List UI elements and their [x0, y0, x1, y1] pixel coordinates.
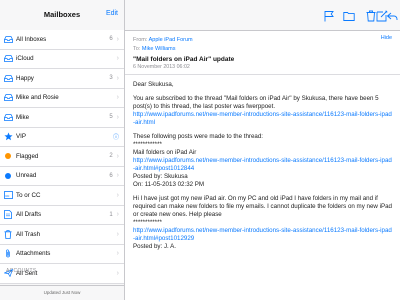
- draft-icon: [0, 210, 16, 220]
- sidebar-item-label: All Drafts: [16, 211, 42, 219]
- paperclip-icon: [0, 249, 16, 258]
- sidebar-item-label: Unread: [16, 172, 37, 180]
- sender-name[interactable]: Apple iPad Forum: [149, 37, 193, 43]
- posted-on: On: 11-05-2013 02:32 PM: [133, 181, 205, 188]
- sidebar-item-label: Attachments: [16, 250, 51, 258]
- post-link[interactable]: http://www.ipadforums.net/new-member-int…: [133, 227, 392, 243]
- chevron-right-icon: ›: [116, 269, 119, 277]
- to-label: To:: [133, 46, 141, 52]
- unread-count: 6: [109, 172, 113, 179]
- unread-count: 5: [109, 114, 113, 121]
- to-row: To: Mike Williams: [133, 46, 392, 52]
- chevron-right-icon: ›: [116, 113, 119, 121]
- svg-text:cc: cc: [5, 193, 9, 198]
- to-cc-icon: cc: [0, 191, 16, 200]
- sidebar-item-vip[interactable]: VIP ⓘ: [0, 127, 124, 147]
- unread-count: 1: [109, 211, 113, 218]
- post-title: Mail folders on iPad Air: [133, 149, 197, 156]
- sidebar-item-mike[interactable]: Mike 5 ›: [0, 108, 124, 128]
- subscription-text: You are subscribed to the thread "Mail f…: [133, 95, 379, 110]
- posted-by: Posted by: Skukusa: [133, 173, 188, 180]
- post-content: Hi I have just got my new iPad air. On m…: [133, 195, 392, 218]
- star-icon: [0, 132, 16, 141]
- from-label: From:: [133, 37, 148, 43]
- sidebar-item-label: Mike: [16, 113, 30, 121]
- greeting: Dear Skukusa,: [133, 81, 174, 88]
- separator-stars: ************: [133, 219, 162, 226]
- trash-icon: [0, 229, 16, 239]
- unread-count: 3: [109, 75, 113, 82]
- sidebar-item-label: VIP: [16, 133, 26, 141]
- posted-by: Posted by: J. A.: [133, 243, 176, 250]
- chevron-right-icon: ›: [116, 55, 119, 63]
- flag-dot-icon: [0, 153, 16, 160]
- info-icon[interactable]: ⓘ: [113, 132, 119, 141]
- message-subject: "Mail folders on iPad Air" update: [133, 56, 235, 63]
- sidebar-item-all-drafts[interactable]: All Drafts 1 ›: [0, 205, 124, 225]
- unread-count: 2: [109, 153, 113, 160]
- post-link[interactable]: http://www.ipadforums.net/new-member-int…: [133, 157, 392, 173]
- unread-dot-icon: [0, 172, 16, 179]
- inbox-icon: [0, 113, 16, 121]
- sidebar-item-label: Mike and Rosie: [16, 94, 59, 102]
- sidebar-item-icloud[interactable]: iCloud ›: [0, 49, 124, 69]
- from-row: From: Apple iPad Forum: [133, 37, 392, 43]
- accounts-heading: ACCOUNTS: [6, 268, 37, 274]
- sidebar-item-mike-and-rosie[interactable]: Mike and Rosie ›: [0, 88, 124, 108]
- inbox-icon: [0, 55, 16, 63]
- sidebar-item-label: Happy: [16, 74, 34, 82]
- posts-intro: These following posts were made to the t…: [133, 133, 264, 140]
- sidebar-item-happy[interactable]: Happy 3 ›: [0, 69, 124, 89]
- mailbox-list: All Inboxes 6 › iCloud › Happy 3 › Mike …: [0, 30, 124, 284]
- message-date: 6 November 2013 06:02: [133, 64, 190, 70]
- sidebar-item-flagged[interactable]: Flagged 2 ›: [0, 147, 124, 167]
- compose-icon[interactable]: [376, 9, 388, 22]
- sidebar-item-all-trash[interactable]: All Trash ›: [0, 225, 124, 245]
- chevron-right-icon: ›: [116, 211, 119, 219]
- chevron-right-icon: ›: [116, 172, 119, 180]
- message-header: From: Apple iPad Forum To: Mike Williams…: [125, 31, 400, 75]
- unread-count: 6: [109, 36, 113, 43]
- sidebar-item-label: iCloud: [16, 55, 34, 63]
- sidebar-item-unread[interactable]: Unread 6 ›: [0, 166, 124, 186]
- sidebar-item-attachments[interactable]: Attachments ›: [0, 244, 124, 264]
- message-pane: From: Apple iPad Forum To: Mike Williams…: [125, 0, 400, 300]
- inbox-icon: [0, 74, 16, 82]
- sidebar-item-all-inboxes[interactable]: All Inboxes 6 ›: [0, 30, 124, 50]
- inbox-icon: [0, 35, 16, 43]
- chevron-right-icon: ›: [116, 74, 119, 82]
- sidebar-header: Mailboxes Edit: [0, 0, 124, 31]
- mailboxes-sidebar: Mailboxes Edit All Inboxes 6 › iCloud › …: [0, 0, 125, 300]
- message-body: Dear Skukusa, You are subscribed to the …: [125, 75, 400, 263]
- update-status: Updated Just Now: [0, 285, 124, 300]
- edit-button[interactable]: Edit: [106, 10, 118, 17]
- hide-details-button[interactable]: Hide: [381, 35, 392, 41]
- chevron-right-icon: ›: [116, 35, 119, 43]
- sidebar-item-to-or-cc[interactable]: cc To or CC ›: [0, 186, 124, 206]
- sidebar-item-label: All Trash: [16, 230, 41, 238]
- chevron-right-icon: ›: [116, 250, 119, 258]
- chevron-right-icon: ›: [116, 94, 119, 102]
- sidebar-item-label: All Inboxes: [16, 35, 47, 43]
- message-toolbar: [125, 0, 400, 31]
- sidebar-item-label: To or CC: [16, 191, 41, 199]
- flag-icon[interactable]: [323, 9, 335, 22]
- thread-link[interactable]: http://www.ipadforums.net/new-member-int…: [133, 111, 392, 127]
- sidebar-item-label: Flagged: [16, 152, 39, 160]
- chevron-right-icon: ›: [116, 230, 119, 238]
- chevron-right-icon: ›: [116, 152, 119, 160]
- folder-icon[interactable]: [343, 9, 355, 21]
- inbox-icon: [0, 94, 16, 102]
- separator-stars: ************: [133, 141, 162, 148]
- recipient-name[interactable]: Mike Williams: [142, 46, 176, 52]
- chevron-right-icon: ›: [116, 191, 119, 199]
